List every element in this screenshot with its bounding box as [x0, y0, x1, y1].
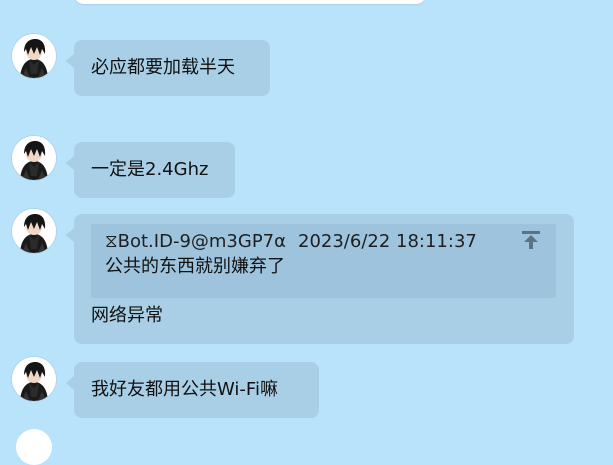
anime-avatar-icon: [12, 357, 56, 401]
message-text: 网络异常: [91, 305, 163, 326]
avatar[interactable]: [12, 357, 56, 401]
message-bubble[interactable]: 我好友都用公共Wi-Fi嘛: [66, 362, 319, 418]
quote-timestamp: 2023/6/22 18:11:37: [298, 231, 477, 252]
message-row: 必应都要加载半天: [0, 34, 613, 100]
quoted-message[interactable]: ⧖Bot.ID-9@m3GP7α 2023/6/22 18:11:37 公共的东…: [91, 224, 556, 298]
jump-to-original-icon[interactable]: [520, 229, 542, 251]
message-bubble[interactable]: ⧖Bot.ID-9@m3GP7α 2023/6/22 18:11:37 公共的东…: [66, 214, 574, 344]
message-row: 一定是2.4Ghz: [0, 136, 613, 202]
avatar[interactable]: [12, 209, 56, 253]
quote-text: 公共的东西就别嫌弃了: [105, 256, 285, 277]
anime-avatar-icon: [12, 136, 56, 180]
quote-sender: ⧖Bot.ID-9@m3GP7α: [105, 231, 286, 252]
previous-message-bubble-partial: [74, 0, 426, 4]
message-row: 我好友都用公共Wi-Fi嘛: [0, 357, 613, 423]
message-row: ⧖Bot.ID-9@m3GP7α 2023/6/22 18:11:37 公共的东…: [0, 209, 613, 347]
avatar[interactable]: [12, 34, 56, 78]
next-avatar-partial: [16, 429, 52, 465]
message-bubble[interactable]: 必应都要加载半天: [66, 40, 270, 96]
message-text: 我好友都用公共Wi-Fi嘛: [91, 379, 278, 400]
avatar[interactable]: [12, 136, 56, 180]
message-text: 一定是2.4Ghz: [91, 159, 209, 180]
message-text: 必应都要加载半天: [91, 57, 235, 78]
message-bubble[interactable]: 一定是2.4Ghz: [66, 142, 235, 198]
anime-avatar-icon: [12, 209, 56, 253]
anime-avatar-icon: [12, 34, 56, 78]
quote-header: ⧖Bot.ID-9@m3GP7α 2023/6/22 18:11:37: [105, 230, 544, 254]
